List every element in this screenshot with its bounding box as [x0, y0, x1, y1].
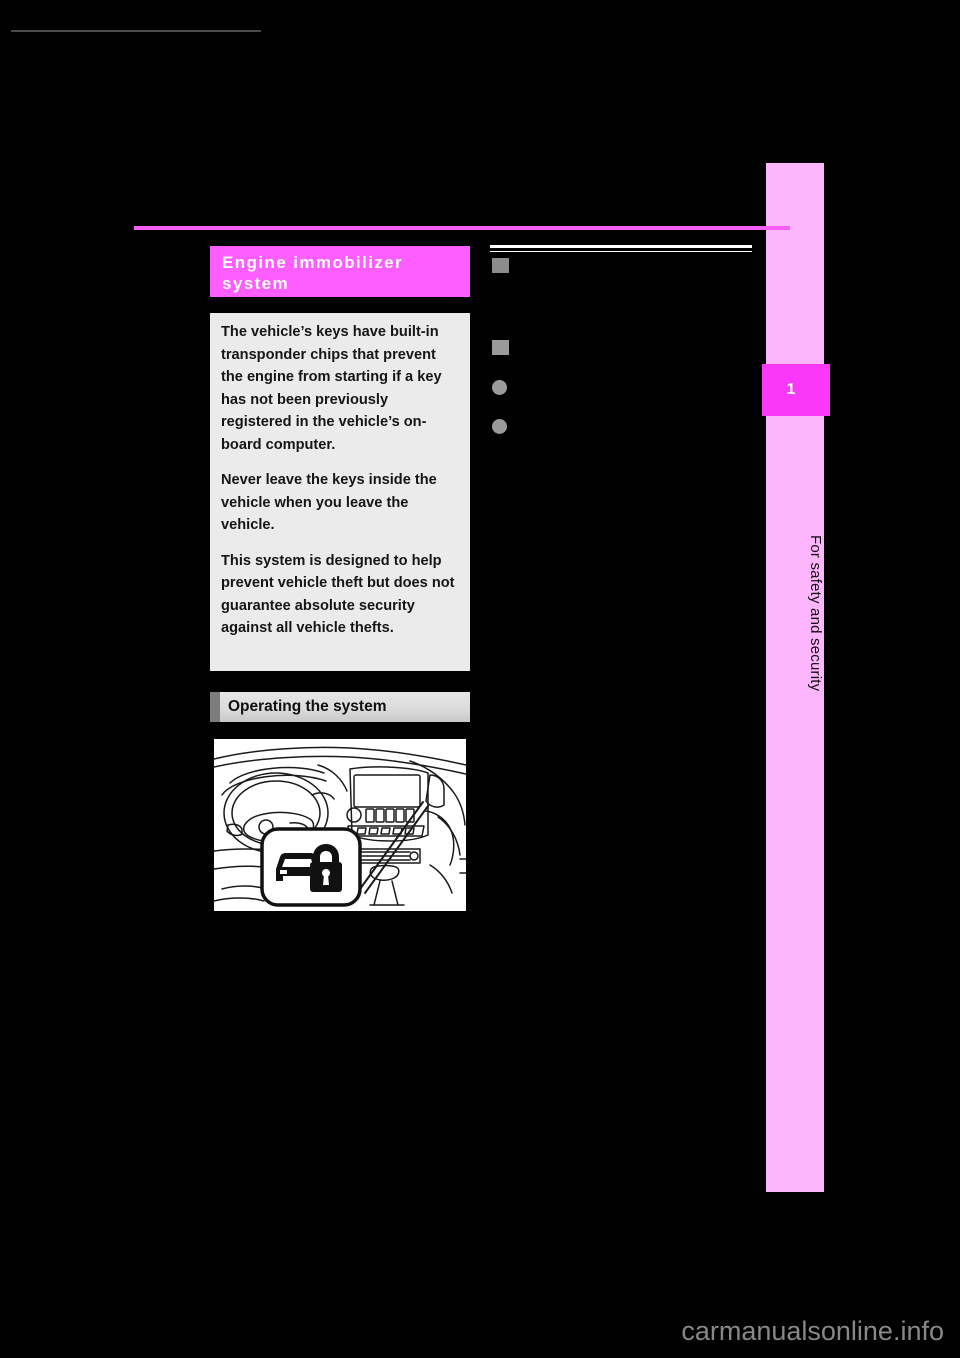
- intro-paragraph: Never leave the keys inside the vehicle …: [221, 472, 437, 533]
- security-indicator-callout: [260, 827, 362, 907]
- intro-paragraph: The vehicle’s keys have built-in transpo…: [221, 324, 442, 453]
- dot-bullet-icon: [492, 380, 507, 395]
- dashboard-illustration-drawing: [214, 739, 466, 911]
- section-title-box: Engine immobilizer system: [210, 246, 470, 297]
- page-top-rule: [134, 226, 790, 230]
- subsection-heading-tab: [210, 692, 220, 722]
- chapter-title: For safety and security: [807, 534, 824, 692]
- footer-watermark: carmanualsonline.info: [681, 1316, 944, 1346]
- intro-paragraph: This system is designed to help prevent …: [221, 552, 455, 637]
- dashboard-illustration: [210, 735, 470, 915]
- subsection-heading-label: Operating the system: [228, 698, 387, 715]
- square-bullet-icon: [492, 258, 509, 273]
- chapter-number: 1: [786, 381, 796, 398]
- right-column-item: [492, 378, 750, 395]
- dot-bullet-icon: [492, 419, 507, 434]
- section-title-line-2: system: [222, 274, 289, 293]
- right-column-item: [492, 417, 750, 434]
- subsection-heading-shadow: [11, 30, 261, 32]
- page-canvas: 1 For safety and security Engine immobil…: [0, 0, 960, 1358]
- right-column-rule-thick: [490, 245, 752, 248]
- subsection-heading: Operating the system: [210, 692, 470, 722]
- square-bullet-icon: [492, 340, 509, 355]
- right-column-item: [492, 256, 750, 273]
- intro-text-box: The vehicle’s keys have built-in transpo…: [210, 313, 470, 671]
- subsection-heading-bar: Operating the system: [220, 692, 470, 722]
- right-column-item: [492, 338, 750, 355]
- section-title-line-1: Engine immobilizer: [222, 253, 404, 272]
- right-column-rule-thin: [490, 251, 752, 252]
